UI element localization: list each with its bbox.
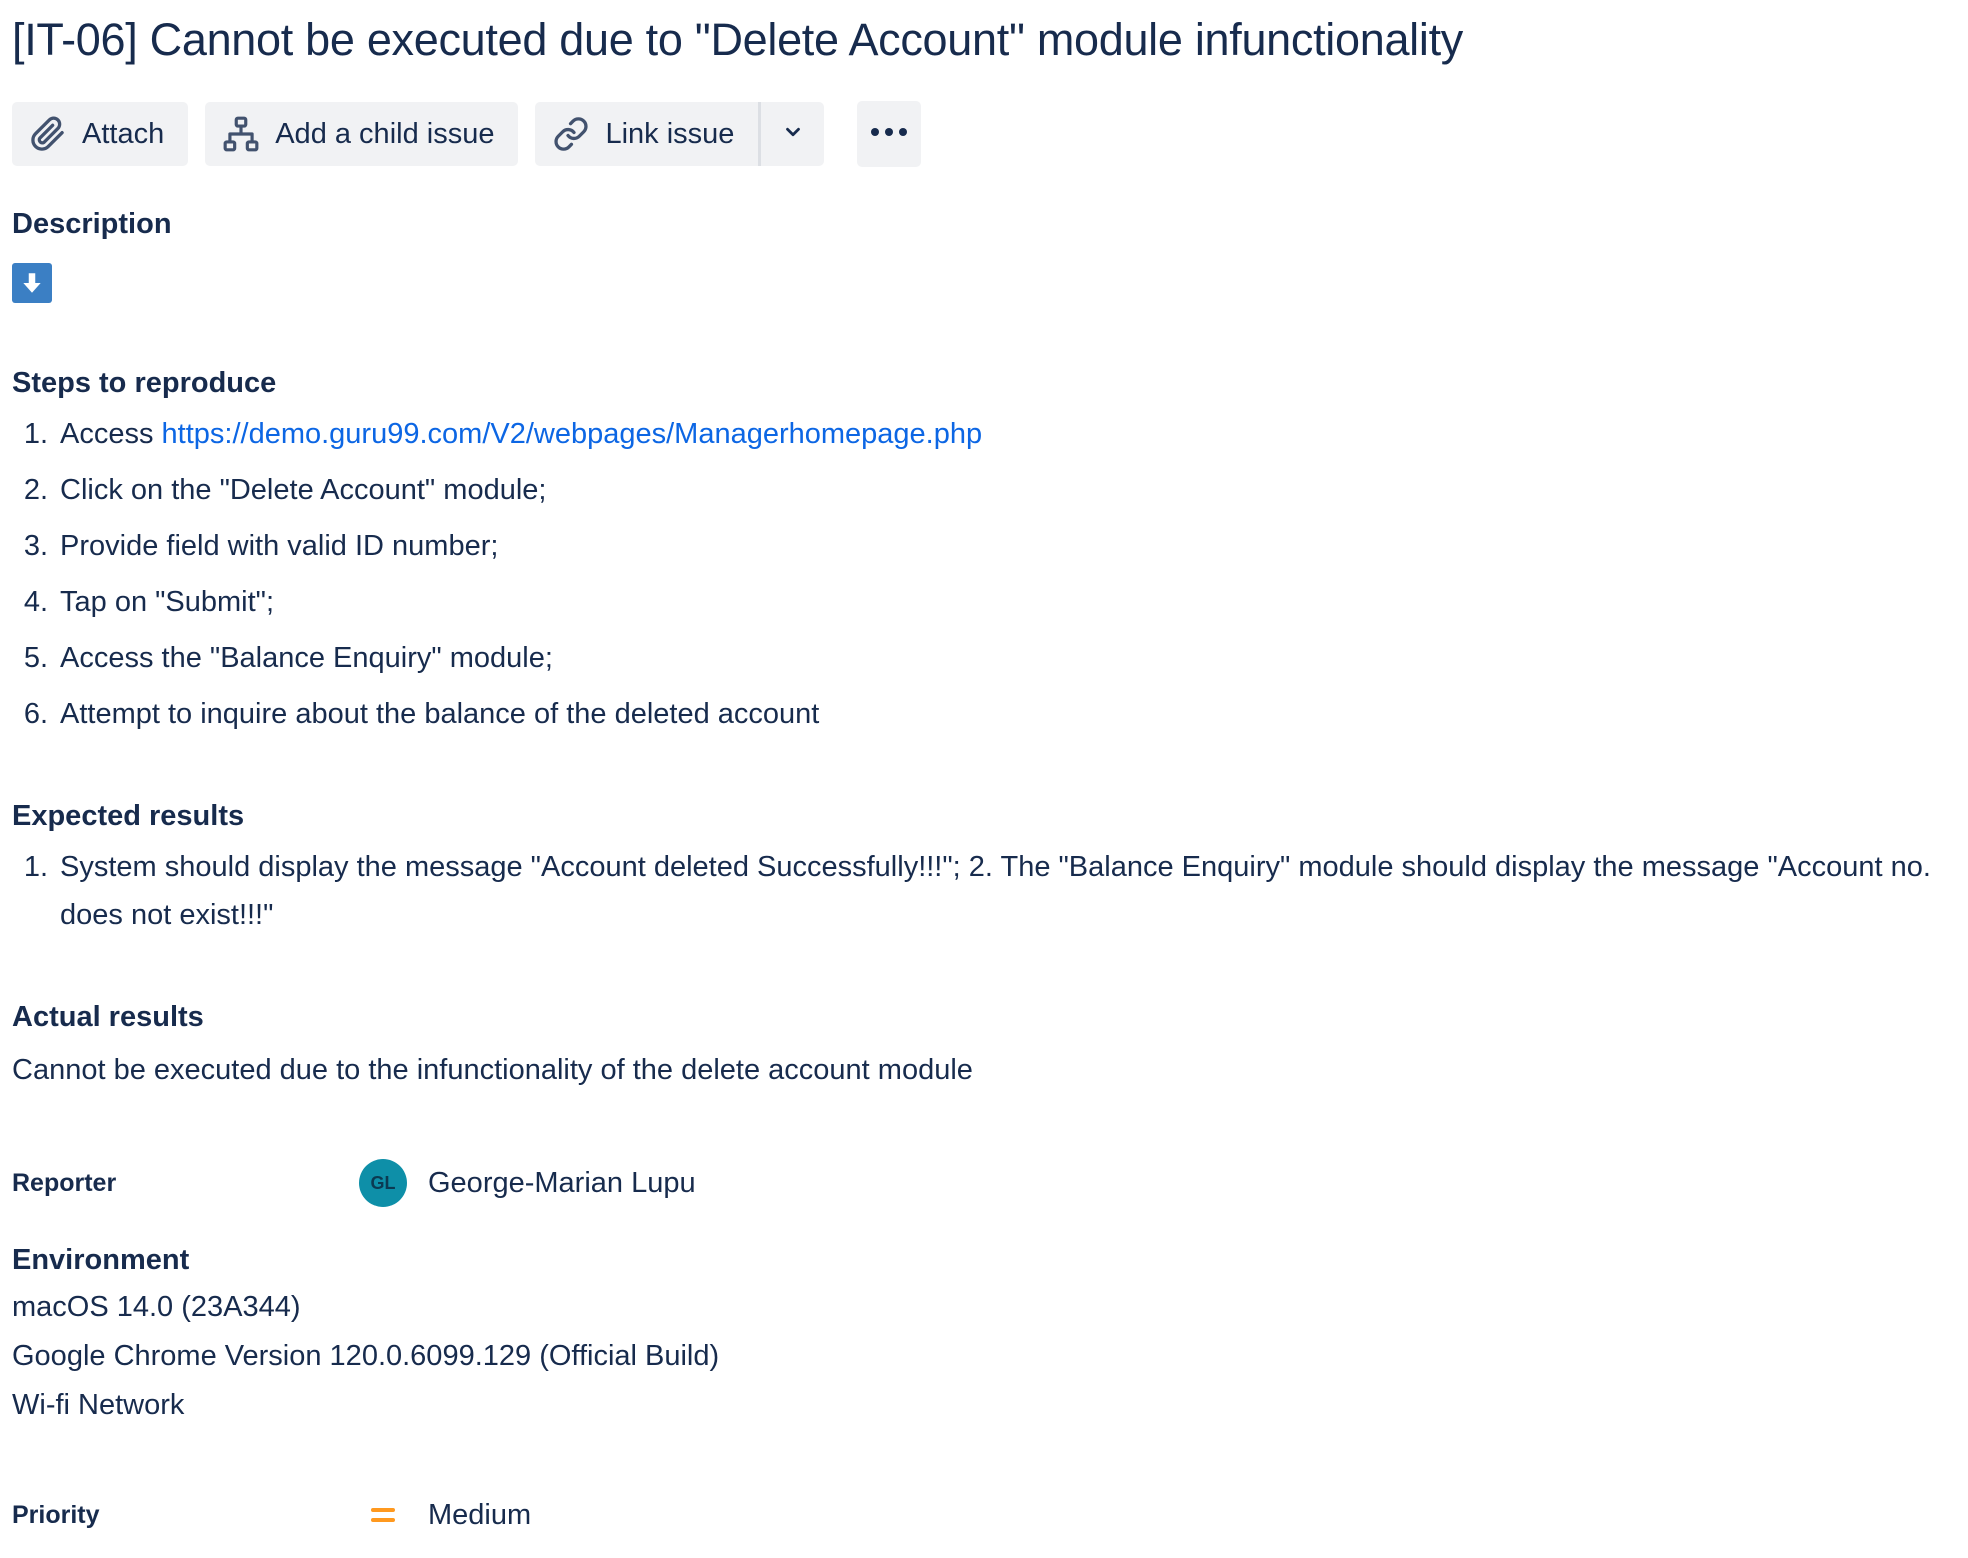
step-text: Provide field with valid ID number; [60,530,499,562]
arrow-down-icon[interactable] [12,263,52,303]
more-actions-button[interactable] [857,101,922,167]
attach-label: Attach [82,117,165,150]
environment-heading: Environment [12,1244,190,1276]
list-number: 4. [23,586,48,618]
link-issue-label: Link issue [605,117,735,150]
list-number: 6. [23,698,48,730]
chevron-down-icon [782,121,804,148]
link-issue-group: Link issue [535,102,825,166]
environment-line: Google Chrome Version 120.0.6099.129 (Of… [12,1340,720,1372]
add-child-issue-button[interactable]: Add a child issue [205,102,519,166]
list-number: 1. [23,418,48,450]
environment-line: Wi-fi Network [12,1389,185,1421]
step-text: Attempt to inquire about the balance of … [60,698,820,730]
step-text: Tap on "Submit"; [60,586,275,618]
step-text: Access [60,418,162,450]
priority-field[interactable]: Priority Medium [12,1493,1952,1537]
issue-toolbar: Attach Add a child issue Link issue [12,101,1952,167]
list-item: 6. Attempt to inquire about the balance … [12,694,1952,734]
actual-results-text: Cannot be executed due to the infunction… [12,1054,973,1086]
more-horizontal-icon [869,125,909,143]
expected-text: System should display the message "Accou… [60,851,1931,931]
steps-heading: Steps to reproduce [12,367,277,399]
list-item: 1. System should display the message "Ac… [12,843,1952,939]
issue-view: [IT-06] Cannot be executed due to "Delet… [0,0,1952,1537]
list-number: 5. [23,642,48,674]
actual-results-heading: Actual results [12,1001,204,1033]
reporter-name[interactable]: George-Marian Lupu [428,1167,696,1200]
issue-title[interactable]: [IT-06] Cannot be executed due to "Delet… [12,12,1952,68]
avatar[interactable]: GL [359,1159,407,1207]
step-text: Click on the "Delete Account" module; [60,474,547,506]
list-number: 1. [23,851,48,883]
link-icon [551,114,591,154]
priority-value[interactable]: Medium [428,1499,531,1532]
list-item: 3. Provide field with valid ID number; [12,526,1952,566]
list-item: 4. Tap on "Submit"; [12,582,1952,622]
link-issue-dropdown-button[interactable] [758,102,825,166]
priority-label: Priority [12,1500,100,1529]
environment-line: macOS 14.0 (23A344) [12,1291,301,1323]
reporter-label: Reporter [12,1168,117,1197]
list-item: 5. Access the "Balance Enquiry" module; [12,638,1952,678]
reporter-field: Reporter GL George-Marian Lupu [12,1158,1952,1208]
list-number: 3. [23,530,48,562]
priority-medium-icon [359,1491,407,1539]
link-issue-button[interactable]: Link issue [535,102,759,166]
paperclip-icon [28,114,68,154]
list-item: 2. Click on the "Delete Account" module; [12,470,1952,510]
guru99-link[interactable]: https://demo.guru99.com/V2/webpages/Mana… [162,418,983,450]
description-heading: Description [12,208,172,240]
expected-results-heading: Expected results [12,800,245,832]
attach-button[interactable]: Attach [12,102,189,166]
step-text: Access the "Balance Enquiry" module; [60,642,553,674]
list-item: 1. Access https://demo.guru99.com/V2/web… [12,414,1952,454]
list-number: 2. [23,474,48,506]
steps-list: 1. Access https://demo.guru99.com/V2/web… [12,414,1952,734]
add-child-issue-label: Add a child issue [275,117,495,150]
hierarchy-icon [221,114,261,154]
